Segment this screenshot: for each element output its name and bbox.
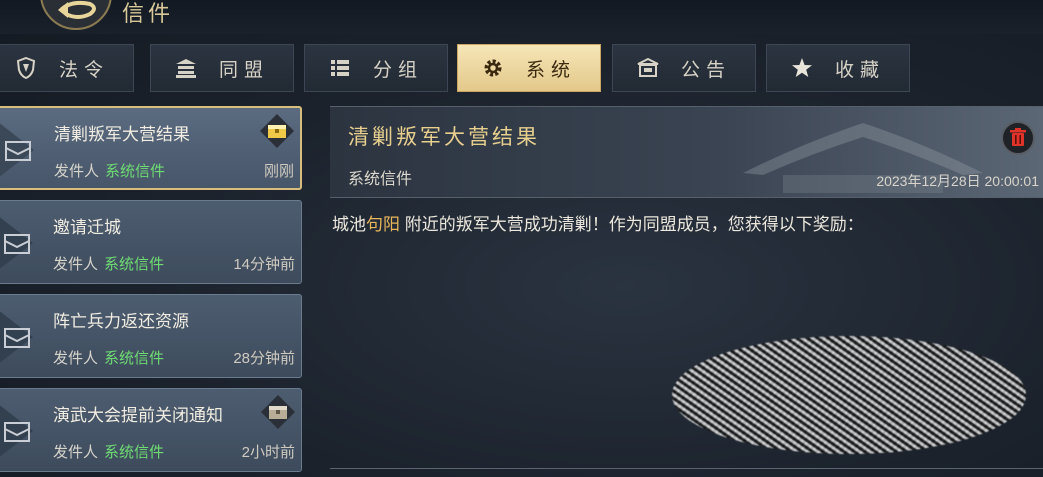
mail-body-text: 城池句阳 附近的叛军大营成功清剿！作为同盟成员，您获得以下奖励：	[332, 210, 864, 235]
sender-label: 发件人	[54, 163, 100, 180]
sender-label: 发件人	[53, 256, 99, 273]
place-name-link[interactable]: 句阳	[366, 215, 400, 234]
tab-label: 系统	[525, 58, 576, 81]
reward-items-area	[672, 336, 1026, 454]
star-icon	[791, 57, 813, 79]
mail-time: 2小时前	[241, 444, 295, 461]
mail-item[interactable]: 阵亡兵力返还资源 发件人 系统信件 28分钟前	[0, 294, 302, 378]
mail-time: 14分钟前	[233, 256, 295, 273]
body-prefix: 城池	[332, 215, 366, 234]
mail-detail-header: 清剿叛军大营结果 系统信件 2023年12月28日 20:00:01	[330, 106, 1043, 198]
tab-label: 法令	[58, 58, 109, 81]
envelope-icon	[0, 311, 33, 363]
mail-sender-row: 发件人 系统信件	[53, 347, 164, 368]
trash-icon	[1010, 128, 1026, 146]
divider	[330, 468, 1043, 469]
mail-title: 阵亡兵力返还资源	[53, 312, 189, 331]
category-tabs: 法令 同盟 分组 系统 公告 收藏	[0, 44, 1043, 94]
alliance-hall-icon	[175, 57, 197, 79]
page-title: 信件	[122, 2, 175, 27]
mail-title: 清剿叛军大营结果	[54, 125, 190, 144]
sender-name: 系统信件	[104, 350, 165, 367]
tab-decree[interactable]: 法令	[0, 44, 134, 92]
sender-label: 发件人	[53, 444, 99, 461]
delete-button[interactable]	[1001, 121, 1035, 155]
body-suffix: 附近的叛军大营成功清剿！作为同盟成员，您获得以下奖励：	[400, 215, 864, 234]
treasure-chest-icon	[261, 395, 295, 429]
tab-label: 收藏	[834, 58, 885, 81]
mail-sender-row: 发件人 系统信件	[53, 253, 164, 274]
mail-item[interactable]: 邀请迁城 发件人 系统信件 14分钟前	[0, 200, 302, 284]
tab-announcement[interactable]: 公告	[612, 44, 756, 92]
list-icon	[329, 57, 351, 79]
mail-item[interactable]: 清剿叛军大营结果 发件人 系统信件 刚刚	[0, 106, 302, 190]
tab-label: 分组	[372, 58, 423, 81]
tab-groups[interactable]: 分组	[304, 44, 448, 92]
sender-name: 系统信件	[104, 256, 165, 273]
tab-alliance[interactable]: 同盟	[150, 44, 294, 92]
sender-name: 系统信件	[104, 444, 165, 461]
mail-sender-row: 发件人 系统信件	[53, 441, 164, 462]
tab-label: 同盟	[218, 58, 269, 81]
mail-time: 28分钟前	[233, 350, 295, 367]
back-button[interactable]	[40, 0, 112, 30]
envelope-icon	[0, 217, 33, 269]
mail-time: 刚刚	[263, 163, 294, 180]
tab-label: 公告	[680, 58, 731, 81]
detail-date: 2023年12月28日 20:00:01	[876, 173, 1039, 189]
tab-system[interactable]: 系统	[457, 44, 601, 92]
detail-title: 清剿叛军大营结果	[348, 125, 540, 149]
shield-icon	[15, 57, 37, 79]
envelope-icon	[0, 405, 33, 457]
gear-icon	[482, 57, 504, 79]
mail-item[interactable]: 演武大会提前关闭通知 发件人 系统信件 2小时前	[0, 388, 302, 472]
notice-board-icon	[637, 57, 659, 79]
envelope-icon	[0, 123, 34, 177]
sender-label: 发件人	[53, 350, 99, 367]
detail-sender: 系统信件	[348, 171, 413, 188]
mail-title: 邀请迁城	[53, 218, 121, 237]
tab-favorites[interactable]: 收藏	[766, 44, 910, 92]
sender-name: 系统信件	[105, 163, 166, 180]
top-header: 信件	[0, 0, 1043, 34]
mail-title: 演武大会提前关闭通知	[53, 406, 223, 425]
mail-sender-row: 发件人 系统信件	[54, 160, 165, 181]
treasure-chest-icon	[260, 114, 294, 148]
back-arrow-icon	[58, 0, 96, 19]
